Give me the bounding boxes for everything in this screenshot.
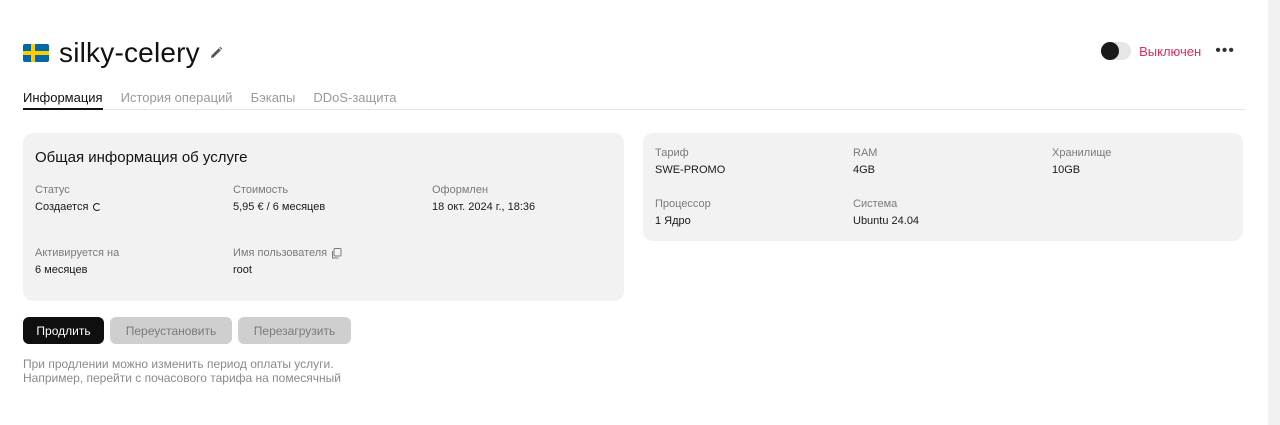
tariff-value: SWE-PROMO [655,164,726,176]
sweden-flag-icon [23,44,49,62]
renew-button[interactable]: Продлить [23,317,104,344]
reinstall-button[interactable]: Переустановить [110,317,232,344]
page-header: silky-celery [23,36,224,70]
tab-bar: Информация История операций Бэкапы DDoS-… [23,90,1245,110]
hint-line-1: При продлении можно изменить период опла… [23,357,334,371]
general-info-card: Общая информация об услуге Статус Создае… [23,133,624,301]
status-value-row: Создается [35,201,102,213]
cost-label: Стоимость [233,184,289,196]
server-name: silky-celery [59,37,200,68]
username-label-row: Имя пользователя [233,247,342,259]
copy-icon[interactable] [331,247,342,259]
power-status: Выключен ••• [1101,42,1235,60]
os-label: Система [853,198,898,210]
storage-value: 10GB [1052,164,1081,176]
created-label: Оформлен [432,184,489,196]
username-value: root [233,264,252,276]
power-toggle[interactable] [1101,42,1132,60]
specs-card: Тариф SWE-PROMO RAM 4GB Хранилище 10GB П… [643,133,1243,241]
os-value: Ubuntu 24.04 [853,215,920,227]
activation-value: 6 месяцев [35,264,88,276]
cpu-field: Процессор 1 Ядро [655,198,711,227]
status-field: Статус Создается [35,184,102,213]
created-field: Оформлен 18 окт. 2024 г., 18:36 [432,184,535,213]
storage-field: Хранилище 10GB [1052,147,1111,176]
tab-history[interactable]: История операций [121,90,233,110]
storage-label: Хранилище [1052,147,1112,159]
renew-hint: При продлении можно изменить период опла… [23,357,341,385]
spinner-icon [93,203,102,211]
status-label: Статус [35,184,70,196]
ram-value: 4GB [853,164,876,176]
ram-label: RAM [853,147,878,159]
status-value: Создается [35,201,89,213]
created-value: 18 окт. 2024 г., 18:36 [432,201,536,213]
tab-info[interactable]: Информация [23,90,103,110]
hint-line-2: Например, перейти с почасового тарифа на… [23,371,341,385]
cpu-label: Процессор [655,198,711,210]
toggle-knob [1101,42,1120,60]
reboot-button[interactable]: Перезагрузить [238,317,351,344]
os-field: Система Ubuntu 24.04 [853,198,919,227]
activation-label: Активируется на [35,247,120,259]
card-title: Общая информация об услуге [35,149,248,166]
tariff-label: Тариф [655,147,689,159]
scrollbar[interactable] [1268,0,1280,425]
tab-ddos[interactable]: DDoS-защита [313,90,396,110]
pencil-icon[interactable] [208,45,224,61]
power-status-label: Выключен [1139,43,1202,59]
cpu-value: 1 Ядро [655,215,691,227]
cost-field: Стоимость 5,95 € / 6 месяцев [233,184,325,213]
activation-field: Активируется на 6 месяцев [35,247,119,276]
tariff-field: Тариф SWE-PROMO [655,147,725,176]
ram-field: RAM 4GB [853,147,877,176]
more-options-icon[interactable]: ••• [1215,43,1235,59]
cost-value: 5,95 € / 6 месяцев [233,201,326,213]
tab-backups[interactable]: Бэкапы [251,90,296,110]
username-label: Имя пользователя [233,247,328,259]
username-field: Имя пользователя root [233,247,342,276]
